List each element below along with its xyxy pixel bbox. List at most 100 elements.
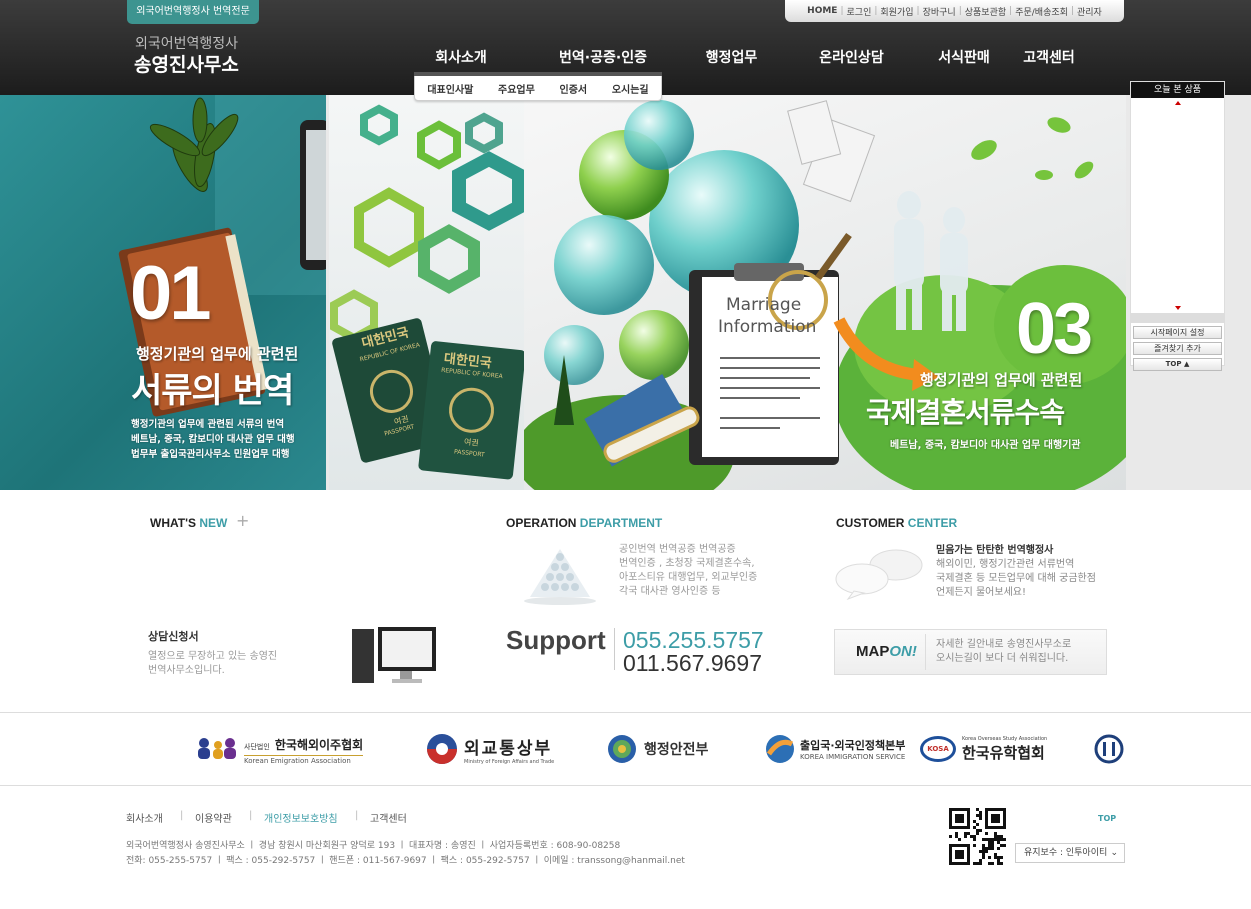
footer-customer-link[interactable]: 고객센터 (370, 810, 407, 825)
main-banner: 01 행정기관의 업무에 관련된 서류의 번역 행정기관의 업무에 관련된 서류… (0, 95, 1251, 490)
util-join-link[interactable]: 회원가입 (880, 5, 913, 18)
nav-online-consult[interactable]: 온라인상담 (769, 47, 934, 67)
whats-new-heading: WHAT'S NEW (150, 516, 227, 530)
quick-top-button[interactable]: TOP ▲ (1133, 358, 1222, 371)
quick-menu: 오늘 본 상품 시작페이지 설정 즐겨찾기 추가 TOP ▲ (1130, 81, 1225, 371)
util-login-link[interactable]: 로그인 (847, 5, 872, 18)
partner-logos: 사단법인 한국해외이주협회 Korean Emigration Associat… (0, 712, 1251, 786)
map-label-b: ON! (889, 643, 917, 660)
emigration-name: 한국해외이주협회 (274, 737, 364, 752)
subnav-certificate[interactable]: 인증서 (560, 81, 588, 96)
footer-sep: | (355, 810, 359, 821)
logo-mofat[interactable]: 외교통상부 Ministry of Foreign Affairs and Tr… (425, 731, 554, 767)
whats-new-head-a: WHAT'S (150, 516, 196, 530)
quick-up-arrow-icon[interactable] (1131, 98, 1224, 108)
customer-line3: 언제든지 물어보세요! (936, 587, 1026, 598)
card-line2: Information (718, 317, 817, 337)
maintenance-value: 유지보수 : 인투아이티 (1024, 848, 1108, 858)
nav-admin-work[interactable]: 행정업무 (694, 47, 769, 67)
emigration-people-icon (198, 738, 236, 759)
quick-menu-title: 오늘 본 상품 (1131, 82, 1224, 98)
computer-icon[interactable] (350, 625, 440, 687)
support-phone2: 011.567.9697 (623, 650, 762, 676)
map-divider (925, 634, 926, 670)
footer-info-line1: 외국어번역행정사 송영진사무소 ㅣ 경남 창원시 마산회원구 양덕로 193 ㅣ… (126, 841, 621, 851)
emigration-small-label: 사단법인 (244, 742, 270, 751)
immigration-emblem-icon (766, 735, 794, 763)
footer-sep: | (180, 810, 184, 821)
banner1-desc3: 법무부 출입국관리사무소 민원업무 대행 (131, 449, 290, 460)
operation-head-a: OPERATION (506, 516, 577, 530)
banner-panel-passport[interactable]: 대한민국 REPUBLIC OF KOREA 여권 PASSPORT 대한민국 … (329, 95, 524, 490)
set-homepage-button[interactable]: 시작페이지 설정 (1133, 326, 1222, 339)
customer-head-a: CUSTOMER (836, 516, 905, 530)
util-cart-link[interactable]: 장바구니 (923, 5, 956, 18)
utility-nav: HOME | 로그인 | 회원가입 | 장바구니 | 상품보관함 | 주문/배송조회 | 관… (785, 0, 1124, 22)
operation-line3: 아포스티유 대행업무, 외교부인증 (619, 572, 758, 583)
quick-divider (1131, 313, 1224, 323)
card-line1: Marriage (726, 295, 802, 315)
speech-bubble-icon (835, 549, 923, 600)
nav-forms[interactable]: 서식판매 (934, 47, 994, 67)
partial-emblem-icon (1094, 734, 1124, 764)
operation-head-b: DEPARTMENT (579, 516, 663, 530)
logo-emigration-association[interactable]: 사단법인 한국해외이주협회 Korean Emigration Associat… (192, 731, 364, 767)
consult-line2: 번역사무소입니다. (148, 665, 225, 676)
util-admin-link[interactable]: 관리자 (1077, 5, 1102, 18)
consult-title[interactable]: 상담신청서 (148, 628, 199, 644)
support-label: Support (506, 625, 606, 655)
banner1-desc1: 행정기관의 업무에 관련된 서류의 번역 (131, 419, 285, 430)
mopas-name: 행정안전부 (644, 742, 709, 758)
footer-privacy-link[interactable]: 개인정보보호방침 (264, 810, 338, 825)
util-wishlist-link[interactable]: 상품보관함 (965, 5, 1006, 18)
hexagon-illustration (330, 104, 524, 480)
logo-immigration[interactable]: 출입국·외국인정책본부 KOREA IMMIGRATION SERVICE (765, 731, 905, 767)
map-line2: 오시는길이 보다 더 쉬워집니다. (936, 653, 1069, 664)
immigration-name: 출입국·외국인정책본부 (800, 739, 906, 752)
banner3-line2: 국제결혼서류수속 (866, 396, 1065, 429)
add-bookmark-button[interactable]: 즐겨찾기 추가 (1133, 342, 1222, 355)
map-line1: 자세한 길안내로 송영진사무소로 (936, 639, 1072, 650)
banner-panel-translation[interactable]: 01 행정기관의 업무에 관련된 서류의 번역 행정기관의 업무에 관련된 서류… (0, 95, 326, 490)
whats-new-head-b: NEW (199, 516, 228, 530)
subnav-greeting[interactable]: 대표인사말 (427, 81, 473, 96)
operation-line4: 각국 대사관 영사인증 등 (619, 586, 721, 597)
customer-line2: 국제결혼 등 모든업무에 대해 궁금한점 (936, 573, 1096, 584)
customer-line1: 해외이민, 행정기간관련 서류번역 (936, 559, 1075, 570)
mopas-emblem-icon (608, 735, 636, 763)
quick-down-arrow-icon[interactable] (1131, 303, 1224, 313)
footer-top-link[interactable]: TOP (1098, 814, 1116, 823)
subnav-directions[interactable]: 오시는길 (612, 81, 649, 96)
maintenance-select[interactable]: 유지보수 : 인투아이티 ⌄ (1015, 843, 1125, 863)
logo[interactable]: 송영진사무소 (134, 50, 239, 77)
logo-kosa[interactable]: KOSA Korea Overseas Study Association 한국… (920, 731, 1047, 767)
nav-translation[interactable]: 번역·공증·인증 (512, 47, 694, 67)
banner-panel-marriage[interactable]: Marriage Information 03 행정기관의 업무에 관련된 국제… (524, 95, 1126, 490)
mofat-emblem-icon (427, 734, 457, 764)
pyramid-icon (524, 549, 596, 605)
footer-company-link[interactable]: 회사소개 (126, 810, 163, 825)
banner1-number: 01 (130, 251, 212, 336)
banner1-line2: 서류의 번역 (131, 371, 294, 411)
util-home-link[interactable]: HOME (807, 6, 837, 16)
banner1-desc2: 베트남, 중국, 캄보디아 대사관 업무 대행 (131, 434, 295, 445)
banner1-line1: 행정기관의 업무에 관련된 (136, 345, 299, 363)
whats-new-more-icon[interactable]: + (236, 511, 249, 530)
customer-heading: CUSTOMER CENTER (836, 516, 957, 530)
qr-code-icon (949, 808, 1006, 865)
logo-mopas[interactable]: 행정안전부 (606, 731, 708, 767)
nav-company[interactable]: 회사소개 (410, 47, 512, 67)
mofat-name: 외교통상부 (464, 738, 553, 759)
header-badge: 외국어번역행정사 번역전문 (127, 0, 259, 24)
logo-partial[interactable] (1094, 731, 1124, 767)
subnav-cap (414, 72, 662, 76)
map-button[interactable]: MAPON! 자세한 길안내로 송영진사무소로 오시는길이 보다 더 쉬워집니다… (834, 629, 1107, 675)
map-label: MAPON! (856, 643, 917, 660)
nav-customer-center[interactable]: 고객센터 (994, 47, 1104, 67)
subnav-main-work[interactable]: 주요업무 (498, 81, 535, 96)
recent-items-list (1131, 108, 1224, 303)
util-order-link[interactable]: 주문/배송조회 (1015, 5, 1068, 18)
customer-title: 믿음가는 탄탄한 번역행정사 (936, 545, 1054, 556)
banner3-line1: 행정기관의 업무에 관련된 (920, 371, 1083, 389)
footer-terms-link[interactable]: 이용약관 (195, 810, 232, 825)
